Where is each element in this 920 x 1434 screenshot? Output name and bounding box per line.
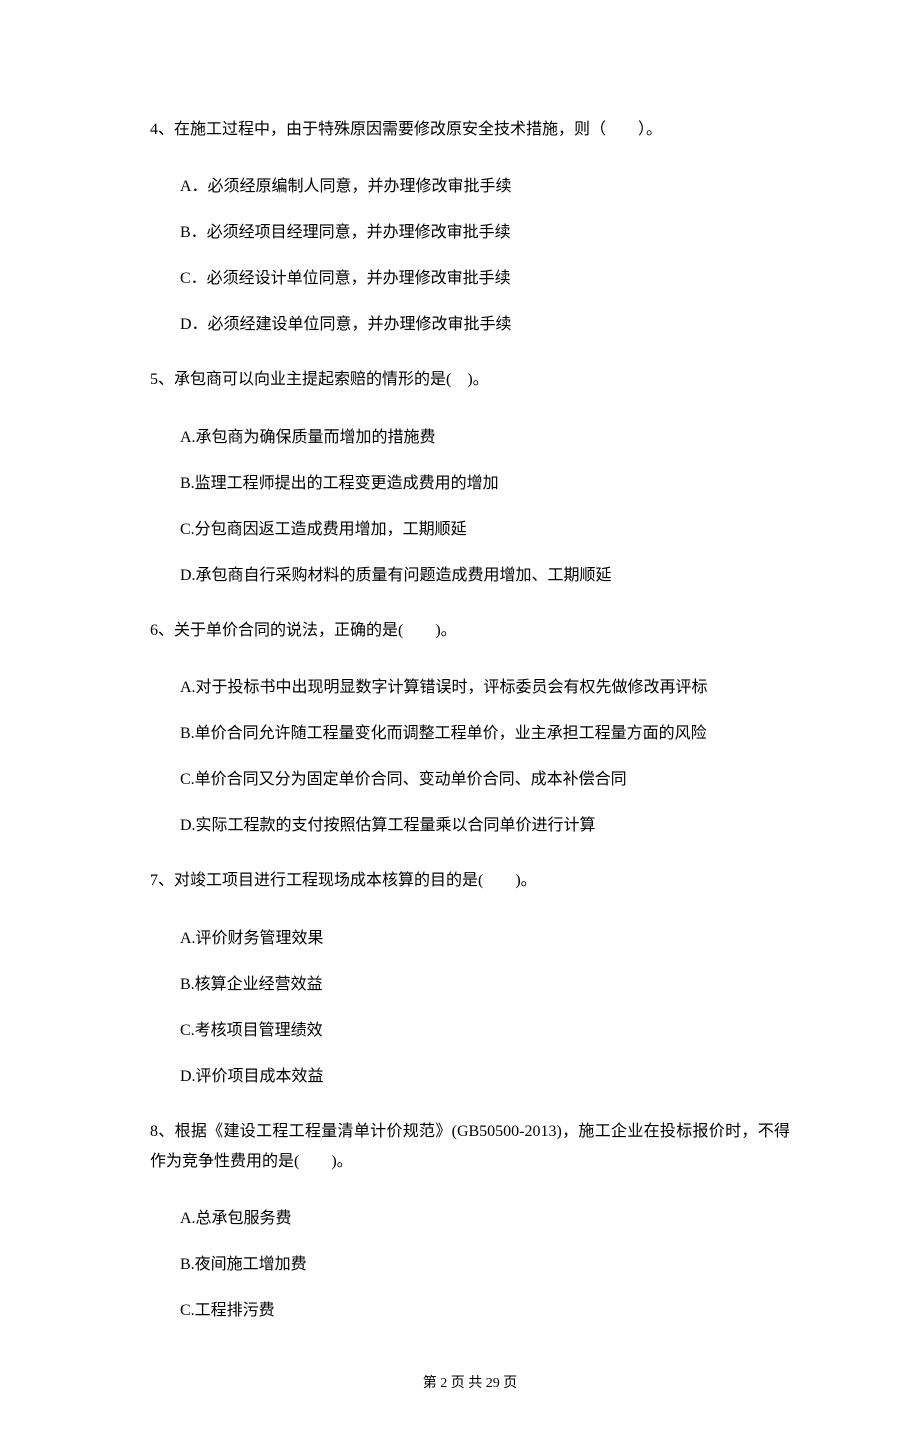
option-item: B．必须经项目经理同意，并办理修改审批手续: [180, 221, 790, 245]
question-stem: 7、对竣工项目进行工程现场成本核算的目的是( )。: [150, 866, 790, 896]
question-stem: 8、根据《建设工程工程量清单计价规范》(GB50500-2013)，施工企业在投…: [150, 1117, 790, 1178]
option-item: D.实际工程款的支付按照估算工程量乘以合同单价进行计算: [180, 814, 790, 838]
option-item: D.评价项目成本效益: [180, 1065, 790, 1089]
question-stem: 4、在施工过程中，由于特殊原因需要修改原安全技术措施，则（ ）。: [150, 115, 790, 145]
option-list: A．必须经原编制人同意，并办理修改审批手续 B．必须经项目经理同意，并办理修改审…: [150, 145, 790, 337]
option-item: A．必须经原编制人同意，并办理修改审批手续: [180, 175, 790, 199]
option-item: A.评价财务管理效果: [180, 927, 790, 951]
option-item: D．必须经建设单位同意，并办理修改审批手续: [180, 313, 790, 337]
option-item: A.对于投标书中出现明显数字计算错误时，评标委员会有权先做修改再评标: [180, 676, 790, 700]
option-item: C.单价合同又分为固定单价合同、变动单价合同、成本补偿合同: [180, 768, 790, 792]
question-stem: 5、承包商可以向业主提起索赔的情形的是( )。: [150, 365, 790, 395]
option-list: A.承包商为确保质量而增加的措施费 B.监理工程师提出的工程变更造成费用的增加 …: [150, 396, 790, 588]
option-item: B.监理工程师提出的工程变更造成费用的增加: [180, 472, 790, 496]
option-item: A.承包商为确保质量而增加的措施费: [180, 426, 790, 450]
option-list: A.对于投标书中出现明显数字计算错误时，评标委员会有权先做修改再评标 B.单价合…: [150, 646, 790, 838]
option-item: C.考核项目管理绩效: [180, 1019, 790, 1043]
page-body: 4、在施工过程中，由于特殊原因需要修改原安全技术措施，则（ ）。 A．必须经原编…: [0, 0, 920, 1434]
option-item: D.承包商自行采购材料的质量有问题造成费用增加、工期顺延: [180, 564, 790, 588]
question-stem: 6、关于单价合同的说法，正确的是( )。: [150, 616, 790, 646]
option-item: B.核算企业经营效益: [180, 973, 790, 997]
option-item: B.单价合同允许随工程量变化而调整工程单价，业主承担工程量方面的风险: [180, 722, 790, 746]
option-item: C．必须经设计单位同意，并办理修改审批手续: [180, 267, 790, 291]
option-list: A.总承包服务费 B.夜间施工增加费 C.工程排污费: [150, 1177, 790, 1323]
page-footer: 第 2 页 共 29 页: [150, 1373, 790, 1394]
option-item: C.分包商因返工造成费用增加，工期顺延: [180, 518, 790, 542]
option-list: A.评价财务管理效果 B.核算企业经营效益 C.考核项目管理绩效 D.评价项目成…: [150, 897, 790, 1089]
option-item: B.夜间施工增加费: [180, 1253, 790, 1277]
option-item: C.工程排污费: [180, 1299, 790, 1323]
option-item: A.总承包服务费: [180, 1207, 790, 1231]
